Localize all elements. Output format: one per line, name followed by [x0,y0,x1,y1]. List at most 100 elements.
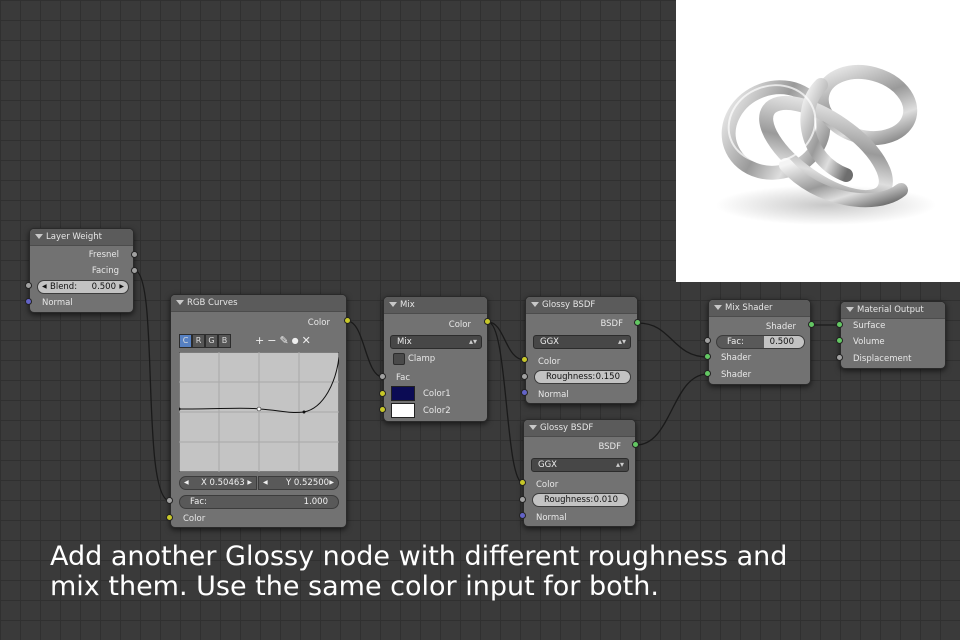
node-header[interactable]: Mix [384,297,487,314]
shader1-input-label: Shader [721,353,752,363]
tab-r[interactable]: R [192,334,205,348]
blend-field[interactable]: ◀ Blend: 0.500 ▶ [37,280,129,294]
shader2-input-label: Shader [721,370,752,380]
tab-c[interactable]: C [179,334,192,348]
glossy1-normal-input-socket[interactable] [521,389,528,396]
tab-g[interactable]: G [205,334,218,348]
glossy1-color-input-socket[interactable] [521,356,528,363]
fac-label: Fac: [190,497,207,507]
tab-b[interactable]: B [218,334,231,348]
mix-shader-node[interactable]: Mix Shader Shader Fac: 0.500 Shader Shad… [708,299,811,385]
fac-field[interactable]: Fac: 1.000 [179,495,339,509]
glossy1-roughness-input-socket[interactable] [521,373,528,380]
mix-color1-input-socket[interactable] [379,390,386,397]
clamp-label: Clamp [408,354,436,364]
collapse-arrow-icon[interactable] [389,302,397,307]
glossy2-color-input-socket[interactable] [519,479,526,486]
fac-field[interactable]: Fac: 0.500 [716,335,805,349]
glossy-bsdf-node-1[interactable]: Glossy BSDF BSDF GGX ▴▾ Color Roughness:… [525,296,638,404]
node-title: Mix [400,300,415,310]
collapse-arrow-icon[interactable] [176,300,184,305]
node-header[interactable]: Layer Weight [30,229,133,246]
mix-rgb-node[interactable]: Mix Color Mix ▴▾ Clamp Fac Color1 Color2 [383,296,488,422]
material-output-node[interactable]: Material Output Surface Volume Displacem… [840,301,946,369]
rgb-curves-node[interactable]: RGB Curves Color C R G B + − ✎ ● ✕ ◀ X 0… [170,294,347,528]
curve-graph[interactable] [179,352,339,472]
wire-glossy2-to-mixshader [635,373,709,446]
zoom-in-icon[interactable]: + [255,334,264,348]
caption-line-2: mix them. Use the same color input for b… [50,571,659,602]
wrench-icon[interactable]: ✎ [279,334,288,348]
clamp-checkbox[interactable] [393,353,405,365]
distribution-value: GGX [538,460,557,470]
fac-value: 0.500 [769,337,794,347]
layer-weight-node[interactable]: Layer Weight Fresnel Facing ◀ Blend: 0.5… [29,228,134,313]
collapse-arrow-icon[interactable] [35,234,43,239]
output-color-label: Color [448,320,471,330]
delete-point-icon[interactable]: ✕ [302,334,311,348]
glossy2-bsdf-output-socket[interactable] [632,441,639,448]
distribution-dropdown[interactable]: GGX ▴▾ [533,335,631,349]
mixshader-shader2-input-socket[interactable] [704,370,711,377]
roughness-field[interactable]: Roughness: 0.150 [534,370,631,384]
roughness-value: 0.150 [595,372,620,382]
glossy-bsdf-node-2[interactable]: Glossy BSDF BSDF GGX ▴▾ Color Roughness:… [523,419,636,527]
mixshader-fac-input-socket[interactable] [704,337,711,344]
knot-render-image [716,64,936,225]
color2-swatch[interactable] [391,403,415,418]
x-coordinate-field[interactable]: ◀ X 0.50463 ▶ [179,476,257,490]
blend-mode-dropdown[interactable]: Mix ▴▾ [390,335,482,349]
collapse-arrow-icon[interactable] [846,307,854,312]
blend-input-socket[interactable] [25,282,32,289]
node-header[interactable]: Mix Shader [709,300,810,317]
node-header[interactable]: Glossy BSDF [524,420,635,437]
normal-input-socket[interactable] [25,298,32,305]
y-coordinate-value: Y 0.52500 [286,478,330,488]
glossy2-normal-input-socket[interactable] [519,512,526,519]
blend-label: Blend: [50,282,78,292]
output-volume-socket[interactable] [836,337,843,344]
node-header[interactable]: Material Output [841,302,945,319]
decrement-arrow-icon[interactable]: ◀ [263,477,268,489]
curves-color-output-socket[interactable] [344,317,351,324]
increment-arrow-icon[interactable]: ▶ [329,477,334,489]
increment-arrow-icon[interactable]: ▶ [247,477,252,489]
node-title: Glossy BSDF [540,423,594,433]
output-displacement-socket[interactable] [836,354,843,361]
output-surface-socket[interactable] [836,321,843,328]
fresnel-output-socket[interactable] [131,251,138,258]
curves-fac-input-socket[interactable] [166,497,173,504]
collapse-arrow-icon[interactable] [714,305,722,310]
collapse-arrow-icon[interactable] [531,302,539,307]
increment-arrow-icon[interactable]: ▶ [119,281,124,293]
color-input-label: Color [183,514,206,524]
channel-tabs: C R G B [179,334,231,348]
zoom-out-icon[interactable]: − [267,334,276,348]
render-preview [676,0,960,282]
decrement-arrow-icon[interactable]: ◀ [184,477,189,489]
dropdown-arrows-icon: ▴▾ [617,337,626,346]
node-header[interactable]: RGB Curves [171,295,346,312]
roughness-field[interactable]: Roughness: 0.010 [532,493,629,507]
mix-fac-input-socket[interactable] [379,373,386,380]
glossy2-roughness-input-socket[interactable] [519,496,526,503]
distribution-dropdown[interactable]: GGX ▴▾ [531,458,629,472]
clip-icon[interactable]: ● [292,334,299,348]
mix-color-output-socket[interactable] [484,318,491,325]
facing-output-socket[interactable] [131,267,138,274]
output-shader-label: Shader [765,322,796,332]
color1-swatch[interactable] [391,386,415,401]
collapse-arrow-icon[interactable] [529,425,537,430]
mix-color2-input-socket[interactable] [379,406,386,413]
normal-label: Normal [42,298,73,308]
node-header[interactable]: Glossy BSDF [526,297,637,314]
output-bsdf-label: BSDF [600,319,623,329]
mixshader-shader1-input-socket[interactable] [704,353,711,360]
y-coordinate-field[interactable]: ◀ Y 0.52500 ▶ [258,476,339,490]
glossy1-bsdf-output-socket[interactable] [634,319,641,326]
curves-color-input-socket[interactable] [166,514,173,521]
color-input-label: Color [538,357,561,367]
displacement-input-label: Displacement [853,354,912,364]
decrement-arrow-icon[interactable]: ◀ [42,281,47,293]
mixshader-output-socket[interactable] [808,321,815,328]
